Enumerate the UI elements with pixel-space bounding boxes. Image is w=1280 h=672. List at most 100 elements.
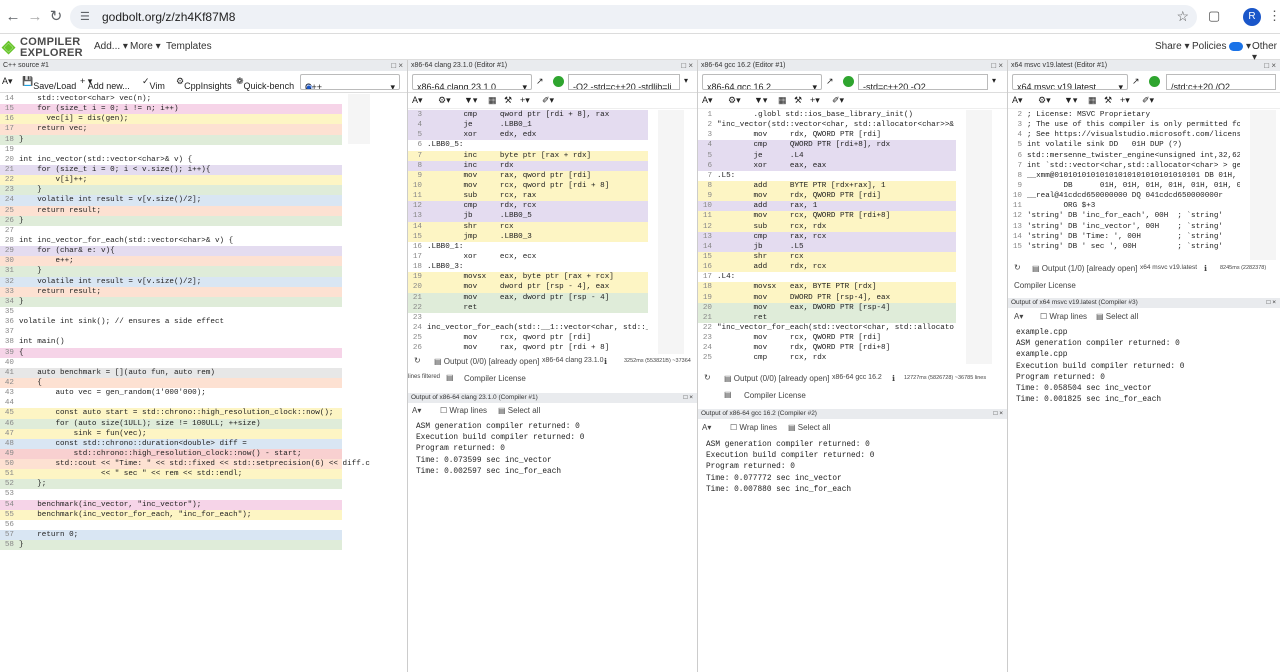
code-line[interactable]: 10 mov rcx, qword ptr [rdi + 8]	[408, 180, 648, 192]
wrap-lines-toggle[interactable]: ☐ Wrap lines	[1040, 312, 1087, 321]
settings-icon[interactable]: ⚙▾	[438, 95, 451, 106]
code-line[interactable]: 3 cmp qword ptr [rdi + 8], rax	[408, 110, 648, 121]
code-line[interactable]: 47 sink = fun(vec);	[0, 428, 342, 439]
code-line[interactable]: 7 inc byte ptr [rax + rdx]	[408, 150, 648, 161]
code-line[interactable]: 37	[0, 327, 342, 338]
code-line[interactable]: 9 DB 01H, 01H, 01H, 01H, 01H, 01H, 01	[1008, 180, 1240, 192]
code-line[interactable]: 31 }	[0, 266, 342, 277]
code-line[interactable]: 4 cmp QWORD PTR [rdi+8], rdx	[698, 140, 956, 151]
code-line[interactable]: 13 cmp rax, rcx	[698, 231, 956, 242]
clang-tab[interactable]: x86-64 clang 23.1.0 (Editor #1) □ ×	[408, 60, 697, 71]
add-tool-icon[interactable]: +▾	[520, 95, 530, 106]
code-line[interactable]: 25 return result;	[0, 205, 342, 216]
gcc-minimap[interactable]	[966, 110, 992, 364]
code-line[interactable]: 25 mov rcx, qword ptr [rdi]	[408, 333, 648, 344]
cppinsights-button[interactable]: ⚙ CppInsights	[176, 76, 232, 91]
source-code[interactable]: 14 std::vector<char> vec(n); 15 for (size…	[0, 94, 370, 551]
code-line[interactable]: 28 int inc_vector_for_each(std::vector<ch…	[0, 235, 342, 247]
code-line[interactable]: 10 add rax, 1	[698, 201, 956, 212]
code-line[interactable]: 52 };	[0, 479, 342, 490]
license-link[interactable]: Compiler License	[464, 374, 526, 383]
clang-asm[interactable]: 3 cmp qword ptr [rdi + 8], rax 4 je .LBB0…	[408, 110, 648, 354]
code-line[interactable]: 9 mov rdx, QWORD PTR [rdi]	[698, 191, 956, 202]
code-line[interactable]: 26 mov rax, qword ptr [rdi + 8]	[408, 343, 648, 354]
code-line[interactable]: 8 inc rdx	[408, 160, 648, 171]
back-arrow-icon[interactable]: ←	[4, 8, 22, 26]
select-all-button[interactable]: ▤ Select all	[1096, 312, 1138, 321]
refresh-icon[interactable]: ↻	[1014, 263, 1021, 272]
wrap-lines-toggle[interactable]: ☐ Wrap lines	[440, 406, 487, 415]
settings-icon[interactable]: ⚙▾	[1038, 95, 1051, 106]
code-line[interactable]: 42 {	[0, 377, 342, 389]
source-tab[interactable]: C++ source #1 □ ×	[0, 60, 407, 71]
extensions-icon[interactable]: ▢	[1208, 8, 1224, 24]
menu-more[interactable]: More ▾	[130, 41, 161, 52]
code-line[interactable]: 19 mov DWORD PTR [rsp-4], eax	[698, 292, 956, 303]
code-line[interactable]: 51 << " sec " << rem << std::endl;	[0, 469, 342, 480]
gcc-asm[interactable]: 1 .globl std::ios_base_library_init() 2 "i…	[698, 110, 956, 364]
code-line[interactable]: 32 volatile int result = v[v.size()/2];	[0, 276, 342, 287]
code-line[interactable]: 12 sub rcx, rdx	[698, 221, 956, 232]
code-line[interactable]: 17 .L4:	[698, 272, 956, 283]
code-line[interactable]: 11 ORG $+3	[1008, 201, 1240, 212]
output-button[interactable]: ▤ Output (1/0) [already open]	[1032, 264, 1137, 273]
clang-minimap[interactable]	[658, 110, 684, 354]
code-line[interactable]: 45 const auto start = std::chrono::high_…	[0, 408, 342, 419]
code-line[interactable]: 15 for (size_t i = 0; i != n; i++)	[0, 104, 342, 115]
code-line[interactable]: 21 mov eax, dword ptr [rsp - 4]	[408, 292, 648, 303]
code-line[interactable]: 16 .LBB0_1:	[408, 241, 648, 252]
font-size-button[interactable]: A▾	[1014, 312, 1023, 321]
popout-icon[interactable]: ↗	[826, 76, 834, 87]
code-line[interactable]: 17 return vec;	[0, 124, 342, 135]
code-line[interactable]: 19 movsx eax, byte ptr [rax + rcx]	[408, 272, 648, 283]
code-line[interactable]: 6 xor eax, eax	[698, 160, 956, 171]
msvc-output-tab[interactable]: Output of x64 msvc v19.latest (Compiler …	[1008, 298, 1280, 308]
code-line[interactable]: 20 int inc_vector(std::vector<char>& v) {	[0, 154, 342, 165]
code-line[interactable]: 20 mov eax, DWORD PTR [rsp-4]	[698, 302, 956, 313]
browser-menu-icon[interactable]: ⋮	[1268, 8, 1280, 24]
code-line[interactable]: 11 sub rcx, rax	[408, 191, 648, 202]
code-line[interactable]: 9 mov rax, qword ptr [rdi]	[408, 170, 648, 181]
msvc-minimap[interactable]	[1250, 110, 1276, 260]
code-line[interactable]: 44	[0, 398, 342, 409]
libraries-icon[interactable]: ▦	[488, 95, 497, 106]
options-dropdown[interactable]: ▾	[992, 76, 996, 85]
code-line[interactable]: 7 int `std::vector<char,std::allocator<ch…	[1008, 160, 1240, 171]
code-line[interactable]: 30 e++;	[0, 256, 342, 267]
code-line[interactable]: 17 xor ecx, ecx	[408, 251, 648, 263]
code-line[interactable]: 10 __real@41cdcd650000000 DQ 041cdcd65000…	[1008, 191, 1240, 202]
code-line[interactable]: 39 {	[0, 347, 342, 358]
code-line[interactable]: 27	[0, 225, 342, 236]
tools-icon[interactable]: ⚒	[1104, 95, 1112, 106]
code-line[interactable]: 23 mov rcx, QWORD PTR [rdi]	[698, 333, 956, 344]
menu-add[interactable]: Add... ▾	[94, 41, 128, 52]
vim-button[interactable]: ✓ Vim	[142, 76, 165, 91]
code-line[interactable]: 26}	[0, 215, 342, 226]
code-line[interactable]: 5 je .L4	[698, 150, 956, 161]
refresh-icon[interactable]: ↻	[704, 373, 711, 382]
info-icon[interactable]: ℹ	[1204, 264, 1207, 273]
code-line[interactable]: 48 const std::chrono::duration<double> d…	[0, 438, 342, 449]
libraries-icon[interactable]: ▦	[778, 95, 787, 106]
reload-icon[interactable]: ↻	[47, 8, 65, 26]
save-load-button[interactable]: 💾 Save/Load	[22, 76, 76, 91]
filter-icon[interactable]: ▼▾	[1064, 95, 1077, 106]
code-line[interactable]: 1 .globl std::ios_base_library_init()	[698, 110, 956, 121]
code-line[interactable]: 18 movsx eax, BYTE PTR [rdx]	[698, 282, 956, 293]
code-line[interactable]: 12 cmp rdx, rcx	[408, 201, 648, 212]
code-line[interactable]: 38 int main()	[0, 337, 342, 348]
clang-output-tab[interactable]: Output of x86-64 clang 23.1.0 (Compiler …	[408, 393, 697, 403]
code-line[interactable]: 49 std::chrono::high_resolution_clock::n…	[0, 448, 342, 460]
code-line[interactable]: 12 'string' DB 'inc_for_each', 00H ; `str…	[1008, 211, 1240, 222]
code-line[interactable]: 3 ; The use of this compiler is only perm…	[1008, 120, 1240, 131]
popout-icon[interactable]: ↗	[536, 76, 544, 87]
add-new-button[interactable]: + Add new... ▾	[80, 76, 130, 91]
code-line[interactable]: 6 .LBB0_5:	[408, 140, 648, 151]
options-dropdown[interactable]: ▾	[684, 76, 688, 85]
code-line[interactable]: 6 std::mersenne_twister_engine<unsigned i…	[1008, 150, 1240, 161]
gcc-output-text[interactable]: ASM generation compiler returned: 0 Execu…	[706, 440, 874, 496]
code-line[interactable]: 18}	[0, 134, 342, 145]
code-line[interactable]: 14 jb .L5	[698, 241, 956, 252]
filter-icon[interactable]: ▼▾	[754, 95, 767, 106]
code-line[interactable]: 2 ; License: MSVC Proprietary	[1008, 110, 1240, 121]
